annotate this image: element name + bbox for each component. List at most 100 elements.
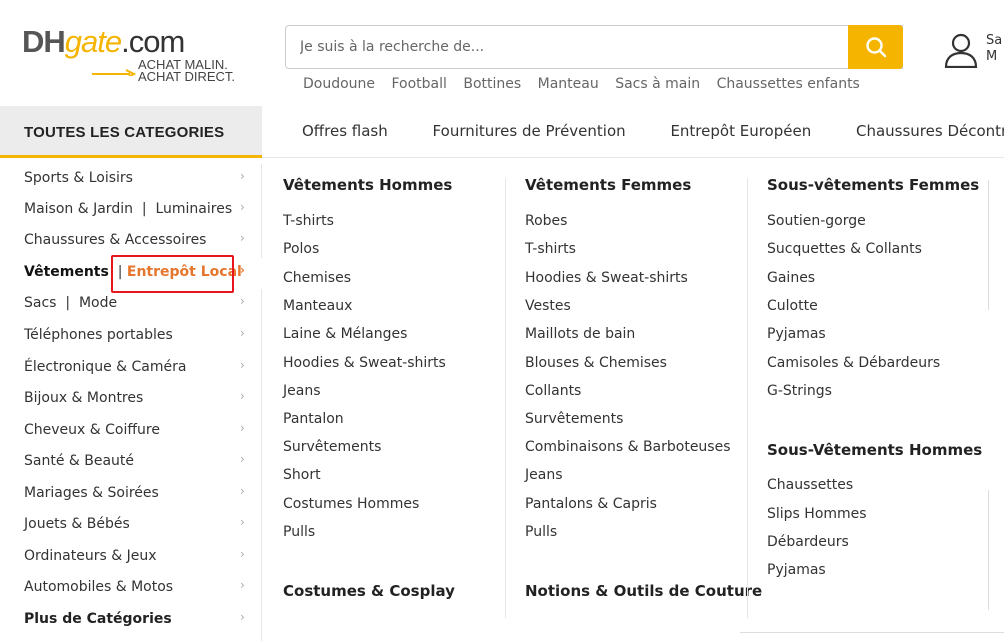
menu-link[interactable]: Collants (525, 383, 581, 399)
menu-heading[interactable]: Sous-Vêtements Hommes (767, 441, 982, 459)
sidebar-item-cheveux[interactable]: Cheveux & Coiffure › (0, 416, 262, 447)
sidebar-item-telephones[interactable]: Téléphones portables › (0, 321, 262, 352)
menu-link[interactable]: T-shirts (283, 213, 334, 229)
menu-link[interactable]: Manteaux (283, 298, 352, 314)
menu-link[interactable]: Short (283, 467, 321, 483)
nav-link-offres-flash[interactable]: Offres flash (302, 122, 388, 140)
menu-link[interactable]: Jeans (525, 467, 563, 483)
menu-link[interactable]: Pyjamas (767, 562, 826, 578)
column-divider (505, 178, 506, 618)
menu-link[interactable]: Survêtements (525, 411, 623, 427)
chevron-right-icon: › (240, 231, 245, 245)
panel-edge (988, 180, 989, 310)
menu-heading[interactable]: Vêtements Femmes (525, 176, 691, 194)
logo-wordmark: DHgate.com (22, 24, 185, 59)
chevron-right-icon: › (240, 452, 245, 466)
menu-link[interactable]: Pantalons & Capris (525, 496, 657, 512)
menu-link[interactable]: Pantalon (283, 411, 344, 427)
menu-link[interactable]: Combinaisons & Barboteuses (525, 439, 731, 455)
chevron-right-icon: › (240, 484, 245, 498)
menu-link[interactable]: Camisoles & Débardeurs (767, 355, 940, 371)
menu-link[interactable]: Chaussettes (767, 477, 853, 493)
hot-search-link[interactable]: Chaussettes enfants (717, 76, 860, 92)
chevron-right-icon: › (240, 578, 245, 592)
search-icon (865, 37, 886, 58)
menu-link[interactable]: Robes (525, 213, 567, 229)
menu-link[interactable]: Pyjamas (767, 326, 826, 342)
sidebar-item-sacs[interactable]: Sacs | Mode › (0, 289, 262, 320)
sidebar-item-ordinateurs[interactable]: Ordinateurs & Jeux › (0, 542, 262, 573)
sidebar-item-maison[interactable]: Maison & Jardin | Luminaires › (0, 195, 262, 226)
menu-link[interactable]: Pulls (525, 524, 557, 540)
menu-link[interactable]: Pulls (283, 524, 315, 540)
menu-heading[interactable]: Vêtements Hommes (283, 176, 452, 194)
chevron-right-icon: › (240, 200, 245, 214)
hot-search-link[interactable]: Bottines (463, 76, 521, 92)
sidebar-item-plus[interactable]: Plus de Catégories › (0, 605, 262, 636)
chevron-right-icon: › (240, 515, 245, 529)
hot-search-link[interactable]: Manteau (538, 76, 599, 92)
sidebar-item-chaussures[interactable]: Chaussures & Accessoires › (0, 226, 262, 257)
sidebar-item-bijoux[interactable]: Bijoux & Montres › (0, 384, 262, 415)
logo-tagline: ACHAT MALIN. ACHAT DIRECT. (138, 57, 236, 84)
menu-link[interactable]: Culotte (767, 298, 818, 314)
sidebar-item-automobiles[interactable]: Automobiles & Motos › (0, 573, 262, 604)
menu-link[interactable]: Chemises (283, 270, 351, 286)
sidebar-item-jouets[interactable]: Jouets & Bébés › (0, 510, 262, 541)
menu-link[interactable]: Vestes (525, 298, 571, 314)
user-icon (944, 33, 978, 69)
chevron-right-icon: › (240, 547, 245, 561)
menu-link[interactable]: G-Strings (767, 383, 832, 399)
menu-heading[interactable]: Notions & Outils de Couture (525, 582, 762, 600)
menu-link[interactable]: Hoodies & Sweat-shirts (525, 270, 688, 286)
search-button[interactable] (848, 25, 903, 69)
search-input[interactable] (286, 26, 850, 68)
menu-link[interactable]: T-shirts (525, 241, 576, 257)
sidebar-item-sante[interactable]: Santé & Beauté › (0, 447, 262, 478)
menu-link[interactable]: Hoodies & Sweat-shirts (283, 355, 446, 371)
all-categories-tab[interactable]: TOUTES LES CATEGORIES (0, 106, 262, 158)
menu-link[interactable]: Polos (283, 241, 319, 257)
menu-link[interactable]: Survêtements (283, 439, 381, 455)
menu-link[interactable]: Laine & Mélanges (283, 326, 407, 342)
panel-edge (740, 632, 1004, 633)
menu-link[interactable]: Débardeurs (767, 534, 849, 550)
chevron-right-icon: › (240, 169, 245, 183)
menu-link[interactable]: Blouses & Chemises (525, 355, 667, 371)
chevron-right-icon: › (240, 294, 245, 308)
chevron-right-icon: › (240, 610, 245, 624)
search-bar (285, 25, 903, 69)
menu-link[interactable]: Slips Hommes (767, 506, 867, 522)
chevron-right-icon: › (240, 421, 245, 435)
panel-edge (988, 490, 989, 610)
sidebar-item-mariages[interactable]: Mariages & Soirées › (0, 479, 262, 510)
sidebar-item-electronique[interactable]: Électronique & Caméra › (0, 353, 262, 384)
nav-link-entrepot-europeen[interactable]: Entrepôt Européen (670, 122, 811, 140)
category-sidebar: Sports & Loisirs › Maison & Jardin | Lumi… (0, 164, 262, 641)
account-label: Sa M (986, 33, 1003, 64)
hot-searches: Doudoune Football Bottines Manteau Sacs … (303, 76, 872, 92)
hot-search-link[interactable]: Football (391, 76, 446, 92)
sidebar-item-sports[interactable]: Sports & Loisirs › (0, 164, 262, 195)
nav-link-fournitures[interactable]: Fournitures de Prévention (433, 122, 626, 140)
sidebar-item-label: Vêtements (24, 264, 109, 280)
chevron-right-icon: › (240, 326, 245, 340)
hot-search-link[interactable]: Sacs à main (615, 76, 700, 92)
chevron-right-icon: › (240, 358, 245, 372)
menu-link[interactable]: Costumes Hommes (283, 496, 419, 512)
menu-link[interactable]: Gaines (767, 270, 815, 286)
menu-link[interactable]: Sucquettes & Collants (767, 241, 922, 257)
account-menu[interactable]: Sa M (944, 32, 1004, 72)
header: DHgate.com ACHAT MALIN. ACHAT DIRECT. Do… (0, 0, 1004, 106)
menu-heading[interactable]: Sous-vêtements Femmes (767, 176, 979, 194)
category-navbar: TOUTES LES CATEGORIES Offres flash Fourn… (0, 106, 1004, 158)
hot-search-link[interactable]: Doudoune (303, 76, 375, 92)
menu-link[interactable]: Soutien-gorge (767, 213, 866, 229)
column-divider (747, 178, 748, 618)
chevron-right-icon: › (240, 389, 245, 403)
menu-link[interactable]: Jeans (283, 383, 321, 399)
dhgate-logo[interactable]: DHgate.com ACHAT MALIN. ACHAT DIRECT. (22, 24, 262, 94)
nav-link-chaussures[interactable]: Chaussures Décontrac (856, 122, 1004, 140)
menu-heading[interactable]: Costumes & Cosplay (283, 582, 455, 600)
menu-link[interactable]: Maillots de bain (525, 326, 635, 342)
